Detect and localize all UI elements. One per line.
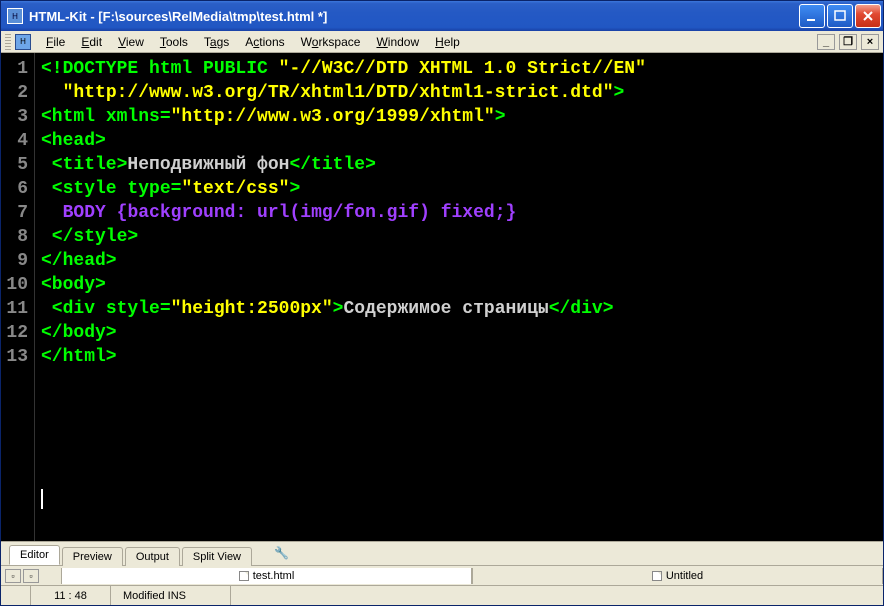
app-menu-icon[interactable]: H <box>15 34 31 50</box>
menu-view[interactable]: View <box>111 33 151 51</box>
line-number: 7 <box>1 201 28 225</box>
line-number: 3 <box>1 105 28 129</box>
document-tabs: ▫ ▫ test.html Untitled <box>1 565 883 585</box>
line-number: 11 <box>1 297 28 321</box>
menu-edit[interactable]: Edit <box>74 33 109 51</box>
tab-editor[interactable]: Editor <box>9 545 60 565</box>
menu-window[interactable]: Window <box>369 33 426 51</box>
menu-tags[interactable]: Tags <box>197 33 236 51</box>
menu-workspace[interactable]: Workspace <box>294 33 368 51</box>
tab-split-view[interactable]: Split View <box>182 547 252 566</box>
document-icon <box>239 571 249 581</box>
line-number: 8 <box>1 225 28 249</box>
maximize-button[interactable] <box>827 4 853 28</box>
minimize-button[interactable] <box>799 4 825 28</box>
statusbar: 11 : 48 Modified INS <box>1 585 883 605</box>
menu-actions[interactable]: Actions <box>238 33 291 51</box>
line-number: 1 <box>1 57 28 81</box>
menu-file[interactable]: File <box>39 33 72 51</box>
tab-output[interactable]: Output <box>125 547 180 566</box>
doc-nav-button[interactable]: ▫ <box>23 569 39 583</box>
line-number: 2 <box>1 81 28 105</box>
editor-area: 1 2 3 4 5 6 7 8 9 10 11 12 13 <!DOCTYPE … <box>1 53 883 541</box>
tab-preview[interactable]: Preview <box>62 547 123 566</box>
status-icon <box>1 586 31 605</box>
menubar: H File Edit View Tools Tags Actions Work… <box>1 31 883 53</box>
grip-icon <box>5 34 11 50</box>
close-button[interactable] <box>855 4 881 28</box>
cursor-position: 11 : 48 <box>31 586 111 605</box>
doc-nav-button[interactable]: ▫ <box>5 569 21 583</box>
line-number: 10 <box>1 273 28 297</box>
line-number: 5 <box>1 153 28 177</box>
line-number: 12 <box>1 321 28 345</box>
editor-mode: Modified INS <box>111 586 231 605</box>
window-title: HTML-Kit - [F:\sources\RelMedia\tmp\test… <box>29 9 799 24</box>
app-icon: H <box>7 8 23 24</box>
menu-tools[interactable]: Tools <box>153 33 195 51</box>
line-number-gutter: 1 2 3 4 5 6 7 8 9 10 11 12 13 <box>1 53 35 541</box>
toolbar-icon[interactable]: 🔧 <box>274 546 290 562</box>
view-tabstrip: Editor Preview Output Split View 🔧 <box>1 541 883 565</box>
mdi-restore-button[interactable]: ❐ <box>839 34 857 50</box>
menu-help[interactable]: Help <box>428 33 467 51</box>
line-number: 9 <box>1 249 28 273</box>
mdi-minimize-button[interactable]: _ <box>817 34 835 50</box>
line-number: 13 <box>1 345 28 369</box>
text-cursor <box>41 489 43 509</box>
titlebar: H HTML-Kit - [F:\sources\RelMedia\tmp\te… <box>1 1 883 31</box>
line-number: 6 <box>1 177 28 201</box>
document-icon <box>652 571 662 581</box>
document-tab-inactive[interactable]: Untitled <box>472 568 883 584</box>
code-editor[interactable]: <!DOCTYPE html PUBLIC "-//W3C//DTD XHTML… <box>35 53 883 541</box>
document-tab-active[interactable]: test.html <box>61 568 472 584</box>
line-number: 4 <box>1 129 28 153</box>
mdi-close-button[interactable]: × <box>861 34 879 50</box>
